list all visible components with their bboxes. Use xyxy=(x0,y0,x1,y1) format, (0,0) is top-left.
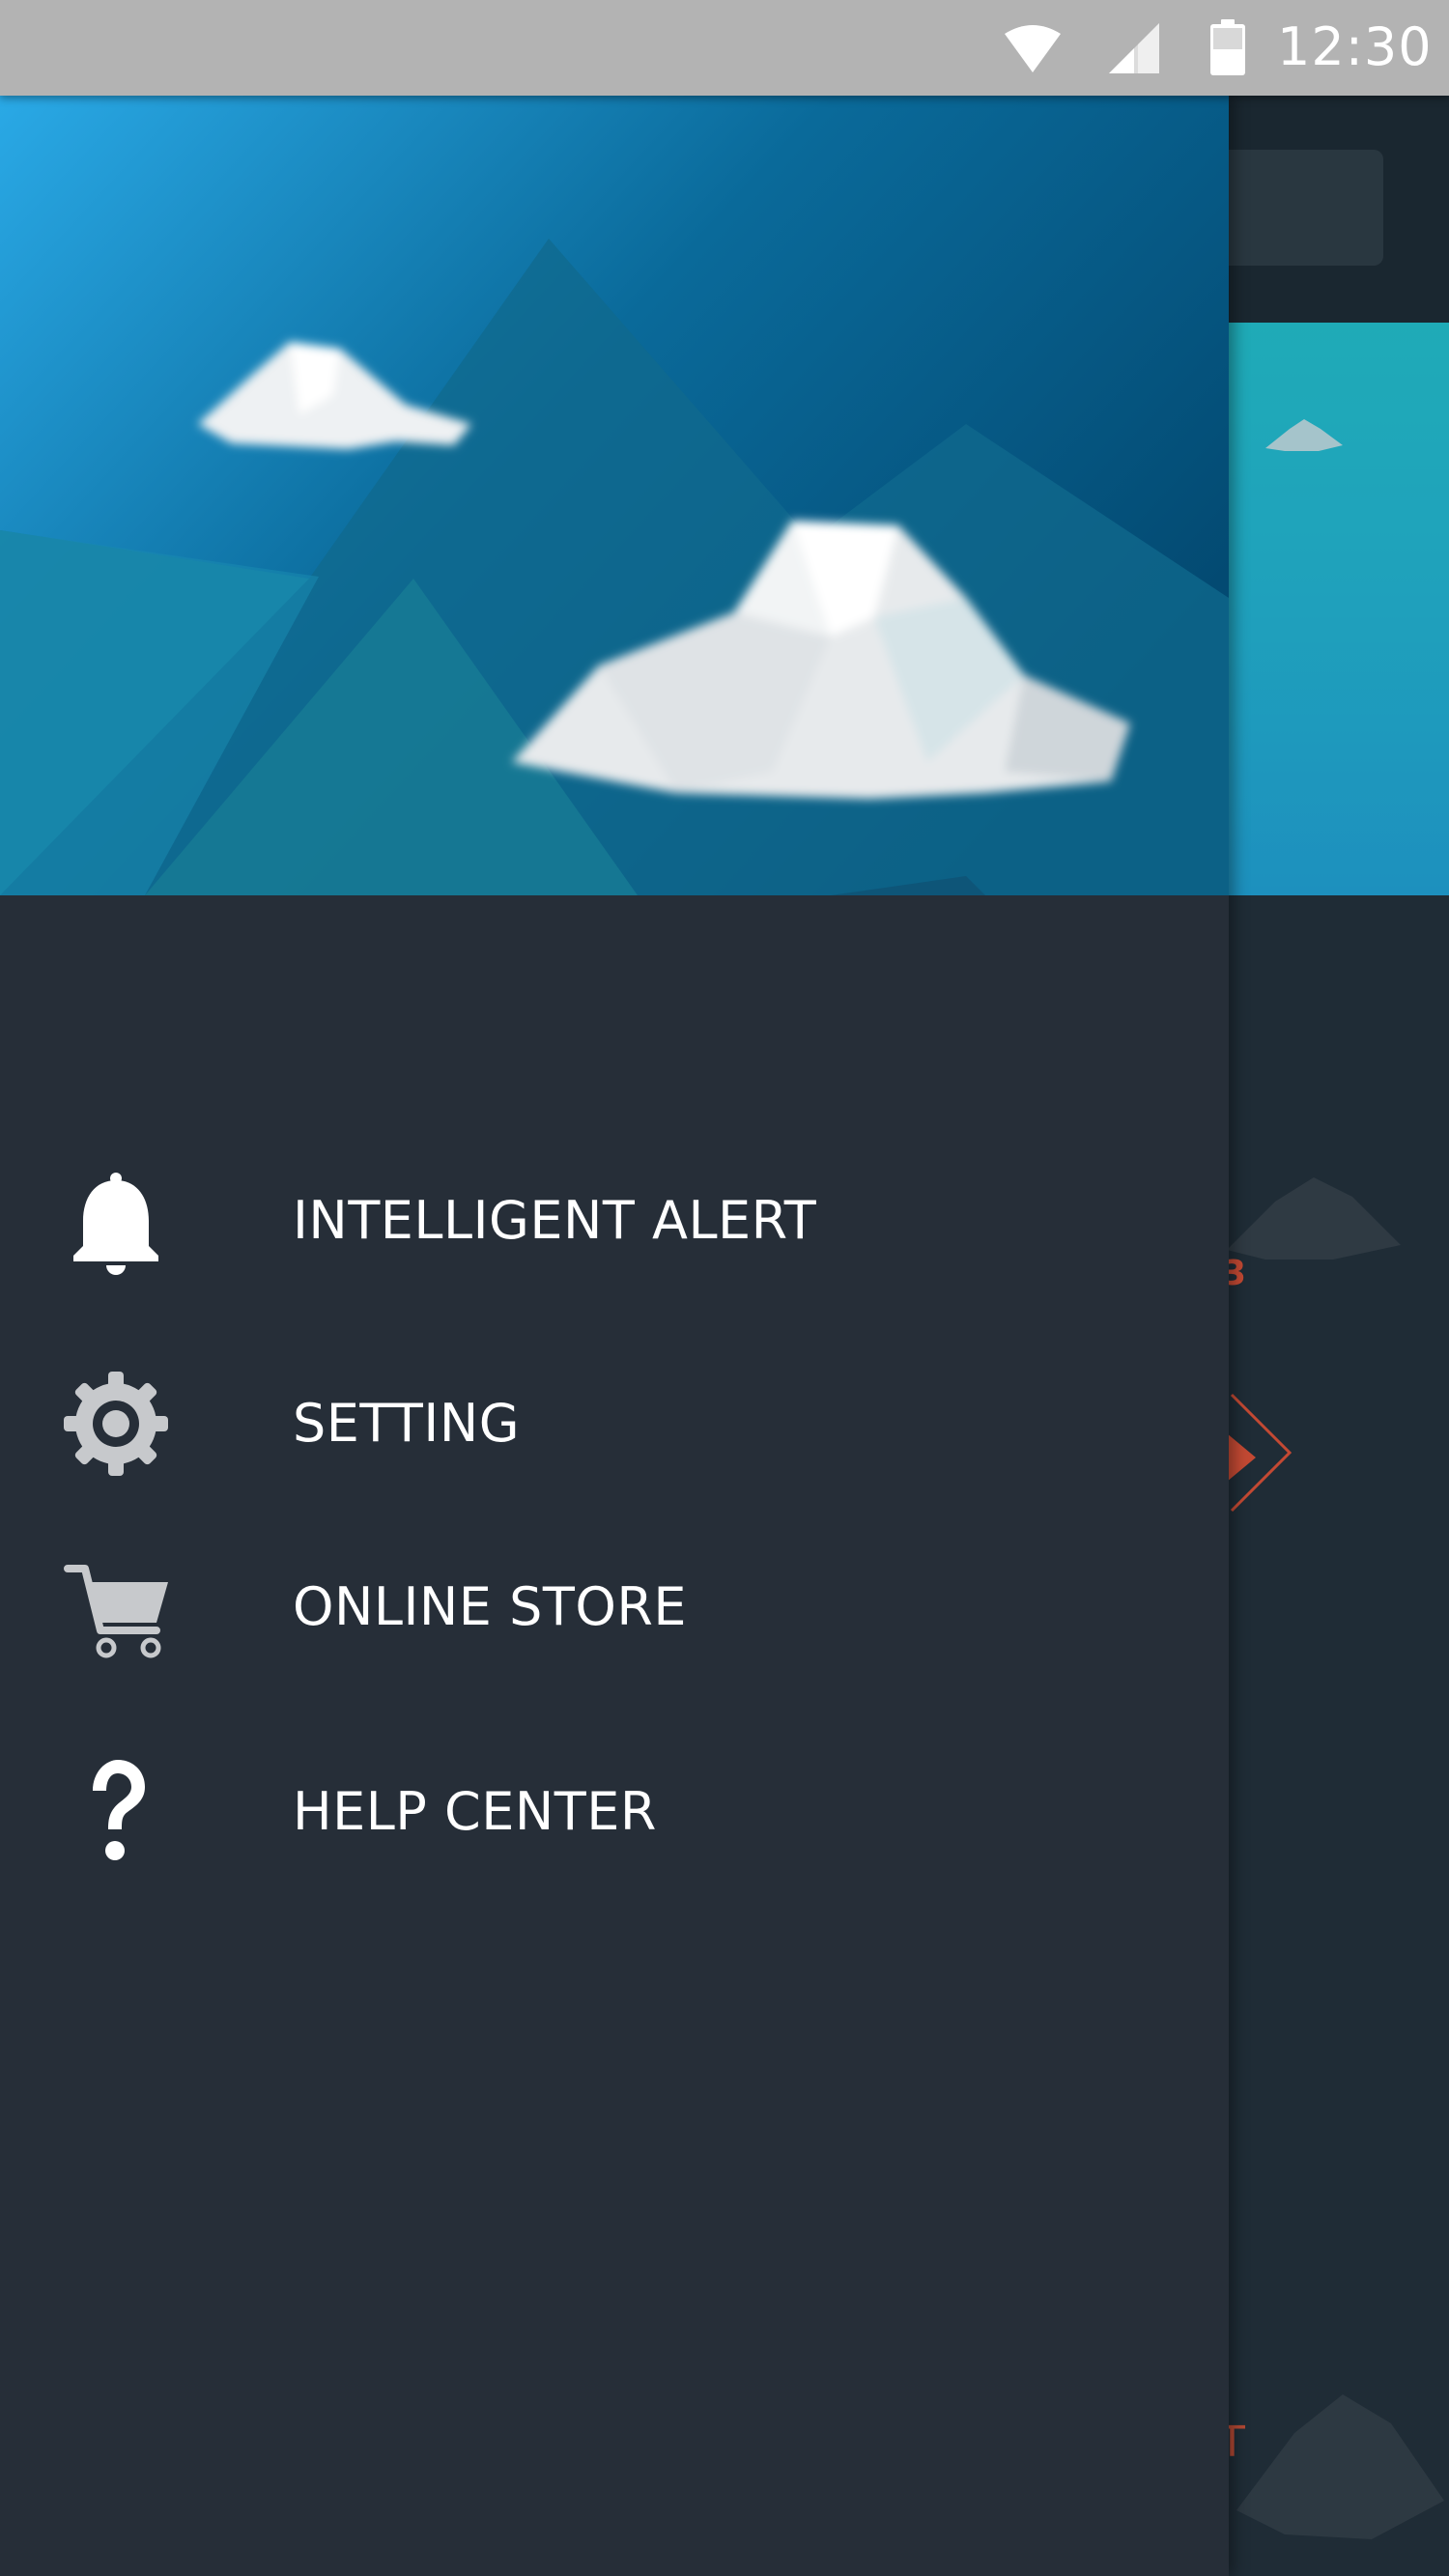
wifi-icon xyxy=(1005,25,1061,72)
drawer-header-image xyxy=(0,96,1229,895)
menu-item-label: ONLINE STORE xyxy=(293,1576,687,1637)
cart-icon xyxy=(56,1547,176,1667)
menu-item-online-store[interactable]: ONLINE STORE xyxy=(0,1525,1229,1689)
cellular-signal-icon xyxy=(1109,23,1159,73)
status-bar: 12:30 xyxy=(0,0,1449,96)
question-icon xyxy=(56,1752,176,1872)
gear-icon xyxy=(56,1364,176,1484)
navigation-drawer: INTELLIGENT ALERT SETTING ONLINE STORE H… xyxy=(0,96,1229,2576)
menu-item-label: SETTING xyxy=(293,1393,521,1454)
menu-item-label: INTELLIGENT ALERT xyxy=(293,1190,817,1251)
battery-icon xyxy=(1210,19,1245,75)
menu-item-help-center[interactable]: HELP CENTER xyxy=(0,1730,1229,1894)
header-illustration xyxy=(0,96,1229,895)
status-clock: 12:30 xyxy=(1277,16,1433,77)
menu-item-setting[interactable]: SETTING xyxy=(0,1342,1229,1506)
screen: 3 T 12:30 INTELLIGENT ALERT SETTING ONLI… xyxy=(0,0,1449,2576)
menu-item-label: HELP CENTER xyxy=(293,1781,657,1842)
bell-icon xyxy=(56,1161,176,1281)
menu-item-intelligent-alert[interactable]: INTELLIGENT ALERT xyxy=(0,1139,1229,1303)
